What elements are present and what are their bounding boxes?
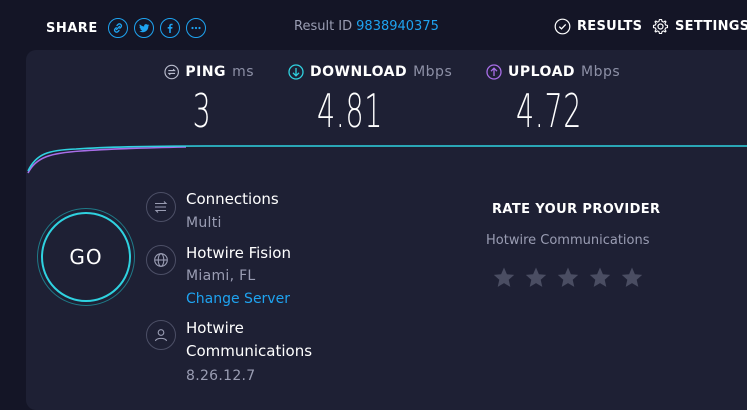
twitter-icon[interactable] [133,18,154,38]
rating-stars [492,266,644,290]
gear-icon [652,18,669,35]
server-location: Miami, FL [186,268,256,284]
check-circle-icon [554,18,571,35]
results-button[interactable]: RESULTS [554,18,642,35]
globe-icon [146,245,176,275]
change-server-link[interactable]: Change Server [186,291,290,307]
upload-label: UPLOAD [508,64,576,80]
isp-ip: 8.26.12.7 [186,368,256,384]
upload-metric: UPLOAD Mbps [486,64,636,80]
result-id-value[interactable]: 9838940375 [356,19,439,34]
star-icon[interactable] [492,266,516,290]
star-icon[interactable] [556,266,580,290]
facebook-icon[interactable] [159,18,180,38]
settings-button[interactable]: SETTINGS [652,18,747,35]
download-unit: Mbps [413,64,453,80]
star-icon[interactable] [588,266,612,290]
upload-value: 4.72 [516,84,582,138]
connections-value[interactable]: Multi [186,215,222,231]
speed-graph [27,145,747,174]
rate-provider-name: Hotwire Communications [486,233,650,248]
share-label: SHARE [46,20,98,36]
download-icon [288,64,304,80]
link-icon[interactable] [107,18,128,38]
isp-name-line1: Hotwire [186,319,244,337]
download-label: DOWNLOAD [310,64,408,80]
download-metric: DOWNLOAD Mbps [288,64,458,80]
result-id-label: Result ID [294,19,353,34]
connections-icon [146,192,176,222]
results-label: RESULTS [577,19,643,34]
ping-header: PING ms [164,64,254,80]
ping-icon [164,64,179,80]
upload-unit: Mbps [581,64,621,80]
download-graph-line [27,145,747,172]
go-button[interactable]: GO [41,212,131,302]
result-id: Result ID 9838940375 [294,19,439,34]
go-button-wrap: GO [37,208,135,306]
ping-unit: ms [232,64,254,80]
isp-name-line2: Communications [186,342,313,360]
ping-value: 3 [192,84,212,138]
star-icon[interactable] [620,266,644,290]
share-group: SHARE [46,18,206,38]
star-icon[interactable] [524,266,548,290]
settings-label: SETTINGS [675,19,747,34]
ping-metric: PING ms [164,64,254,80]
rate-provider-title: RATE YOUR PROVIDER [492,202,661,217]
server-name: Hotwire Fision [186,244,291,262]
top-bar: SHARE Result ID 9838940375 RESULTS SETTIN… [0,0,747,56]
upload-header: UPLOAD Mbps [486,64,636,80]
download-header: DOWNLOAD Mbps [288,64,458,80]
upload-icon [486,64,502,80]
download-value: 4.81 [317,84,383,138]
connections-title: Connections [186,190,279,208]
ping-label: PING [185,64,227,80]
person-icon [146,320,176,350]
more-icon[interactable] [185,18,206,38]
